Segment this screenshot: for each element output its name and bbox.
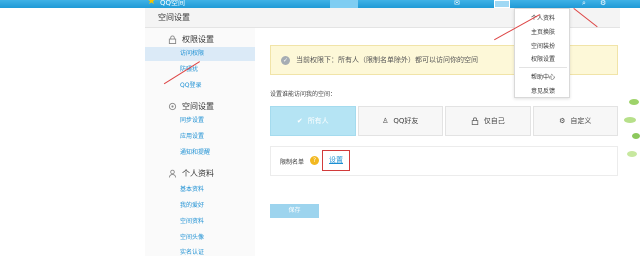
option-qq-friends-label: QQ好友 xyxy=(393,117,419,125)
sidebar-item-real-name[interactable]: 实名认证 xyxy=(145,246,255,256)
option-qq-friends[interactable]: ♙ QQ好友 xyxy=(357,106,443,136)
section-title-permissions: 权限设置 xyxy=(182,35,214,44)
section-title-space-settings: 空间设置 xyxy=(182,102,214,111)
help-icon[interactable]: ? xyxy=(310,156,319,165)
menu-item-profile[interactable]: 个人资料 xyxy=(515,13,571,22)
option-everyone[interactable]: ✔ 所有人 xyxy=(270,106,356,136)
menu-divider xyxy=(519,67,567,68)
menu-item-help[interactable]: 帮助中心 xyxy=(515,72,571,81)
sidebar-item-notifications[interactable]: 通知和提醒 xyxy=(145,146,255,160)
option-custom-label: 自定义 xyxy=(570,117,592,125)
top-navigation-bar: ★ QQ空间 ✉ ⌕ ⚙ xyxy=(0,0,640,8)
sidebar-item-access-permission[interactable]: 访问权限 xyxy=(145,47,255,61)
message-icon[interactable]: ✉ xyxy=(454,0,460,7)
access-label: 设置谁能访问我的空间： xyxy=(270,91,337,98)
menu-item-skin[interactable]: 主页换肤 xyxy=(515,27,571,36)
user-icon xyxy=(168,169,177,178)
blocklist-row: 限制名单 ? 设置 xyxy=(270,146,618,176)
gear-icon xyxy=(168,102,177,111)
sidebar-item-qq-login[interactable]: QQ登录 xyxy=(145,79,255,93)
brand-logo[interactable]: QQ空间 xyxy=(160,0,185,8)
notice-text: 当前权限下：所有人（限制名单除外）都可以访问你的空间 xyxy=(296,56,478,64)
sidebar-item-anti-harassment[interactable]: 防骚扰 xyxy=(145,63,255,77)
search-icon[interactable]: ⌕ xyxy=(582,0,586,8)
info-icon: ✓ xyxy=(281,55,290,65)
user-avatar[interactable] xyxy=(494,0,510,8)
section-personal-info: 个人资料 xyxy=(168,168,214,179)
save-button[interactable]: 保存 xyxy=(270,204,319,218)
menu-item-feedback[interactable]: 意见反馈 xyxy=(515,86,571,95)
check-circle-icon: ✔ xyxy=(296,117,303,125)
sidebar-item-hobbies[interactable]: 我的爱好 xyxy=(145,199,255,213)
leaf-decoration xyxy=(624,99,640,157)
star-icon: ★ xyxy=(147,0,156,7)
page-title: 空间设置 xyxy=(158,13,190,22)
nav-tab-active[interactable] xyxy=(330,0,358,8)
sidebar-item-space-avatar[interactable]: 空间头像 xyxy=(145,231,255,245)
blocklist-set-link[interactable]: 设置 xyxy=(322,150,350,171)
lock-icon xyxy=(168,35,177,44)
gear-icon: ⚙ xyxy=(559,117,566,125)
sidebar-item-sync-settings[interactable]: 同步设置 xyxy=(145,114,255,128)
left-background xyxy=(0,0,145,256)
blocklist-label: 限制名单 xyxy=(280,159,305,166)
menu-item-decorate[interactable]: 空间装扮 xyxy=(515,41,571,50)
sidebar-item-app-settings[interactable]: 应用设置 xyxy=(145,130,255,144)
settings-sidebar: 权限设置 访问权限 防骚扰 QQ登录 空间设置 同步设置 应用设置 通知和提醒 … xyxy=(145,28,255,256)
sidebar-item-space-profile[interactable]: 空间资料 xyxy=(145,215,255,229)
option-everyone-label: 所有人 xyxy=(307,117,329,125)
sidebar-item-basic-info[interactable]: 基本资料 xyxy=(145,183,255,197)
option-only-me[interactable]: 仅自己 xyxy=(445,106,531,136)
access-options: ✔ 所有人 ♙ QQ好友 仅自己 ⚙ 自定义 xyxy=(270,106,618,136)
section-title-personal-info: 个人资料 xyxy=(182,169,214,178)
penguin-icon: ♙ xyxy=(382,117,389,125)
option-custom[interactable]: ⚙ 自定义 xyxy=(532,106,618,136)
section-space-settings: 空间设置 xyxy=(168,101,214,112)
menu-item-permissions[interactable]: 权限设置 xyxy=(515,54,571,63)
option-only-me-label: 仅自己 xyxy=(483,117,505,125)
settings-icon[interactable]: ⚙ xyxy=(600,0,606,7)
user-dropdown-menu: 个人资料 主页换肤 空间装扮 权限设置 帮助中心 意见反馈 xyxy=(514,8,570,98)
lock-icon xyxy=(471,117,478,125)
section-permissions: 权限设置 xyxy=(168,34,214,45)
